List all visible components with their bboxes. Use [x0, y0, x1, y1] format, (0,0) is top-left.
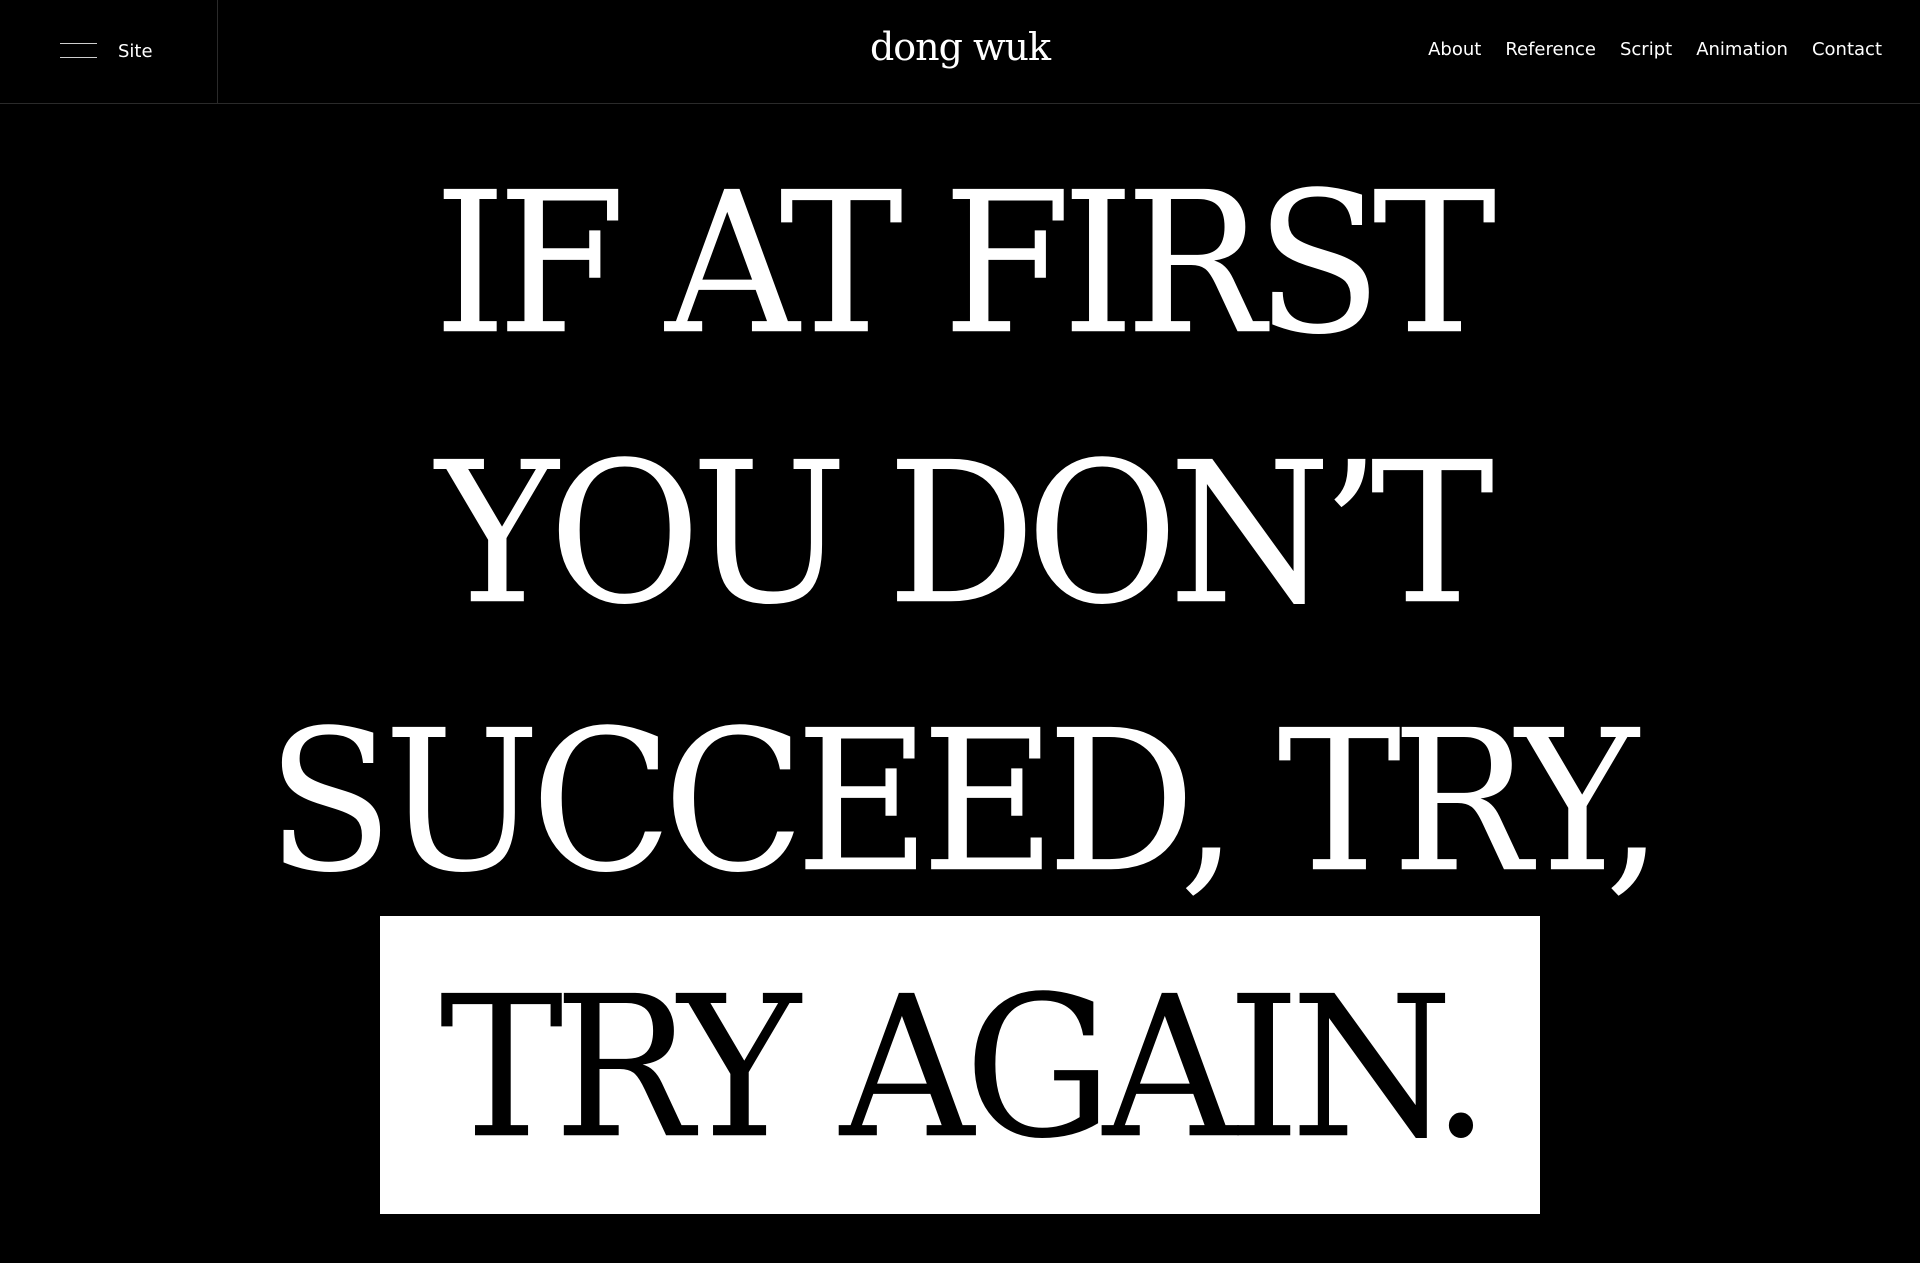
hero-line-1: IF AT FIRST [433, 149, 1496, 378]
nav-link-reference[interactable]: Reference [1505, 38, 1596, 62]
hero-quote: IF AT FIRST YOU DON’T SUCCEED, TRY, TRY … [0, 104, 1920, 1263]
site-menu-button[interactable]: Site [0, 0, 218, 103]
site-header: Site dong wuk About Reference Script Ani… [0, 0, 1920, 104]
hamburger-menu-icon[interactable] [60, 43, 97, 59]
main-nav: About Reference Script Animation Contact [1428, 38, 1882, 62]
nav-link-contact[interactable]: Contact [1812, 38, 1882, 62]
hero-line-3: SUCCEED, TRY, [266, 687, 1663, 916]
site-logo[interactable]: dong wuk [870, 25, 1051, 69]
nav-link-script[interactable]: Script [1620, 38, 1672, 62]
hero-line-4-highlighted: TRY AGAIN. [439, 953, 1491, 1182]
hero-line-2: YOU DON’T [435, 419, 1495, 648]
site-menu-label[interactable]: Site [118, 40, 153, 64]
nav-link-about[interactable]: About [1428, 38, 1481, 62]
nav-link-animation[interactable]: Animation [1696, 38, 1788, 62]
